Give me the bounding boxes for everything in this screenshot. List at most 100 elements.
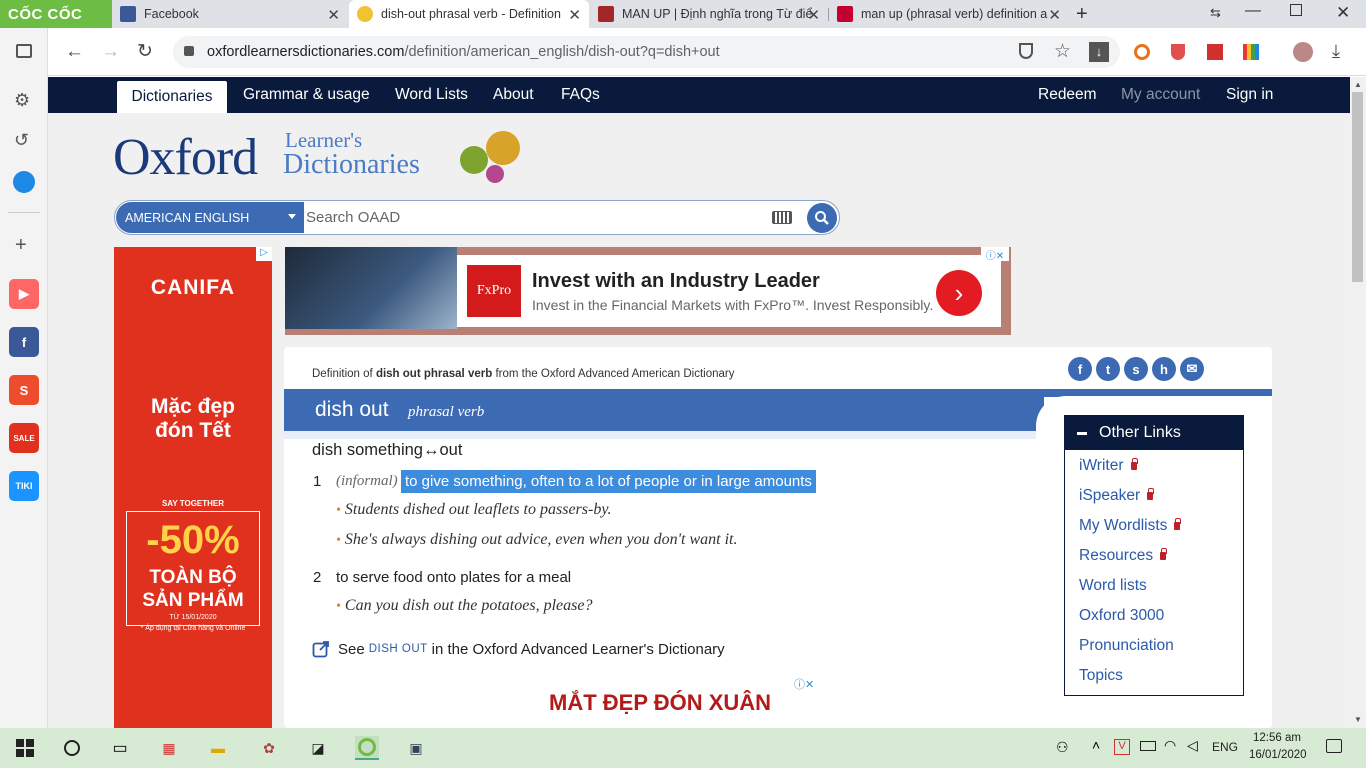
scrollbar-thumb[interactable]: [1352, 92, 1363, 282]
hi-share-icon[interactable]: h: [1152, 357, 1176, 381]
tab-facebook[interactable]: Facebook ✕: [112, 0, 348, 28]
reload-icon[interactable]: ↻: [137, 40, 153, 63]
close-icon[interactable]: ✕: [1048, 6, 1061, 24]
sale-tet-icon[interactable]: SALE: [9, 423, 39, 453]
nav-word-lists[interactable]: Word Lists: [395, 77, 468, 113]
stumbleupon-share-icon[interactable]: s: [1124, 357, 1148, 381]
app-icon-1[interactable]: ▦: [157, 736, 181, 760]
battery-icon[interactable]: [1140, 741, 1156, 751]
url-path: /definition/american_english/dish-out?q=…: [404, 44, 720, 60]
nav-sign-in[interactable]: Sign in: [1226, 77, 1273, 113]
task-view-icon[interactable]: ▭: [108, 736, 132, 760]
link-pronunciation[interactable]: Pronunciation: [1079, 637, 1174, 655]
scroll-down-icon[interactable]: ▼: [1354, 715, 1362, 724]
clock-date[interactable]: 16/01/2020: [1249, 749, 1307, 761]
link-topics[interactable]: Topics: [1079, 667, 1123, 685]
windows-start-icon[interactable]: [13, 736, 37, 760]
email-share-icon[interactable]: ✉: [1180, 357, 1204, 381]
external-link-icon[interactable]: [312, 640, 330, 658]
volume-icon[interactable]: ◁: [1187, 737, 1198, 754]
nav-my-account[interactable]: My account: [1121, 77, 1200, 113]
back-icon[interactable]: ←: [65, 41, 84, 63]
nav-redeem[interactable]: Redeem: [1038, 77, 1097, 113]
shield-icon[interactable]: [1019, 43, 1033, 59]
unikey-icon[interactable]: V: [1114, 739, 1130, 755]
nav-dictionaries[interactable]: Dictionaries: [117, 81, 227, 113]
nav-faqs[interactable]: FAQs: [561, 77, 600, 113]
downloads-icon[interactable]: ⤓: [1332, 41, 1340, 62]
people-icon[interactable]: ⚇: [1056, 739, 1069, 756]
tab-man-up-macmillan[interactable]: man up (phrasal verb) definition a ✕: [829, 0, 1069, 28]
link-oxford-3000[interactable]: Oxford 3000: [1079, 607, 1164, 625]
app-icon-3[interactable]: ▣: [404, 736, 428, 760]
link-word-lists[interactable]: Word lists: [1079, 577, 1147, 595]
new-tab-icon[interactable]: +: [1076, 3, 1088, 26]
coccoc-taskbar-icon[interactable]: [355, 736, 379, 760]
facebook-sidebar-icon[interactable]: f: [9, 327, 39, 357]
sidebar-toggle-icon[interactable]: [16, 44, 32, 58]
ad-close-icon[interactable]: ⓘ✕: [981, 247, 1009, 262]
extension-color-icon[interactable]: [1243, 44, 1259, 60]
forward-icon[interactable]: →: [101, 41, 120, 63]
extension-shield-icon[interactable]: [1171, 44, 1185, 60]
search-taskbar-icon[interactable]: [60, 736, 84, 760]
minimize-icon[interactable]: —: [1245, 2, 1261, 20]
chevron-up-icon[interactable]: ˄: [1092, 737, 1100, 753]
extension-coccoc-icon[interactable]: [1134, 44, 1150, 60]
extension-red-icon[interactable]: [1207, 44, 1223, 60]
lock-icon[interactable]: [184, 46, 194, 56]
history-icon[interactable]: ↺: [14, 130, 29, 151]
sense-definition: to serve food onto plates for a meal: [336, 569, 572, 586]
download-page-icon[interactable]: ↓: [1089, 42, 1109, 62]
settings-icon[interactable]: ⚙: [14, 90, 30, 111]
avatar[interactable]: [1293, 42, 1313, 62]
youtube-icon[interactable]: ▶: [9, 279, 39, 309]
adchoices-icon[interactable]: ▷: [256, 247, 272, 261]
tab-man-up-cambridge[interactable]: MAN UP | Định nghĩa trong Từ điể ✕: [590, 0, 828, 28]
restore-icon[interactable]: [1290, 4, 1302, 16]
notifications-icon[interactable]: [1326, 739, 1342, 753]
scroll-up-icon[interactable]: ▲: [1354, 80, 1362, 89]
browser-brand[interactable]: CỐC CỐC: [0, 0, 112, 28]
headword-band: [284, 389, 1044, 431]
ad-canifa[interactable]: [114, 247, 272, 728]
nav-grammar[interactable]: Grammar & usage: [243, 77, 370, 113]
bookmark-star-icon[interactable]: ☆: [1054, 40, 1071, 63]
messenger-icon[interactable]: [13, 171, 35, 193]
app-icon-2[interactable]: ◪: [306, 736, 330, 760]
link-iwriter[interactable]: iWriter: [1079, 457, 1138, 475]
language-select[interactable]: AMERICAN ENGLISH: [116, 202, 304, 233]
close-icon[interactable]: ✕: [807, 6, 820, 24]
input-language[interactable]: ENG: [1212, 740, 1238, 754]
add-icon[interactable]: +: [15, 234, 27, 257]
other-links-header[interactable]: Other Links: [1065, 416, 1243, 450]
tab-search-icon[interactable]: ⇆: [1210, 5, 1221, 21]
ad-close-icon[interactable]: ⓘ✕: [794, 676, 824, 691]
link-ispeaker[interactable]: iSpeaker: [1079, 487, 1155, 505]
nav-about[interactable]: About: [493, 77, 534, 113]
ad-bottom-text[interactable]: MẮT ĐẸP ĐÓN XUÂN: [549, 690, 771, 716]
tab-dish-out[interactable]: dish-out phrasal verb - Definition, ✕: [349, 0, 589, 28]
see-link[interactable]: DISH OUT: [369, 643, 428, 655]
file-explorer-icon[interactable]: ▬: [206, 736, 230, 760]
keyboard-icon[interactable]: [772, 211, 792, 224]
logo-dictionaries[interactable]: Dictionaries: [283, 149, 420, 181]
search-button[interactable]: [807, 203, 837, 233]
facebook-share-icon[interactable]: f: [1068, 357, 1092, 381]
logo-oxford[interactable]: Oxford: [113, 128, 258, 187]
sense-definition-selected[interactable]: to give something, often to a lot of peo…: [401, 470, 816, 493]
clock-time[interactable]: 12:56 am: [1253, 732, 1301, 744]
link-my-wordlists[interactable]: My Wordlists: [1079, 517, 1182, 535]
paint-icon[interactable]: ✿: [257, 736, 281, 760]
chevron-right-icon[interactable]: ›: [936, 270, 982, 316]
shopee-icon[interactable]: S: [9, 375, 39, 405]
close-icon[interactable]: ✕: [327, 6, 340, 24]
twitter-share-icon[interactable]: t: [1096, 357, 1120, 381]
window-close-icon[interactable]: ✕: [1336, 3, 1350, 23]
address-bar[interactable]: oxfordlearnersdictionaries.com/definitio…: [173, 36, 1120, 68]
tiki-icon[interactable]: TIKI: [9, 471, 39, 501]
search-input[interactable]: [306, 204, 766, 231]
link-resources[interactable]: Resources: [1079, 547, 1168, 565]
wifi-icon[interactable]: ◠: [1164, 737, 1176, 754]
close-icon[interactable]: ✕: [568, 6, 581, 24]
